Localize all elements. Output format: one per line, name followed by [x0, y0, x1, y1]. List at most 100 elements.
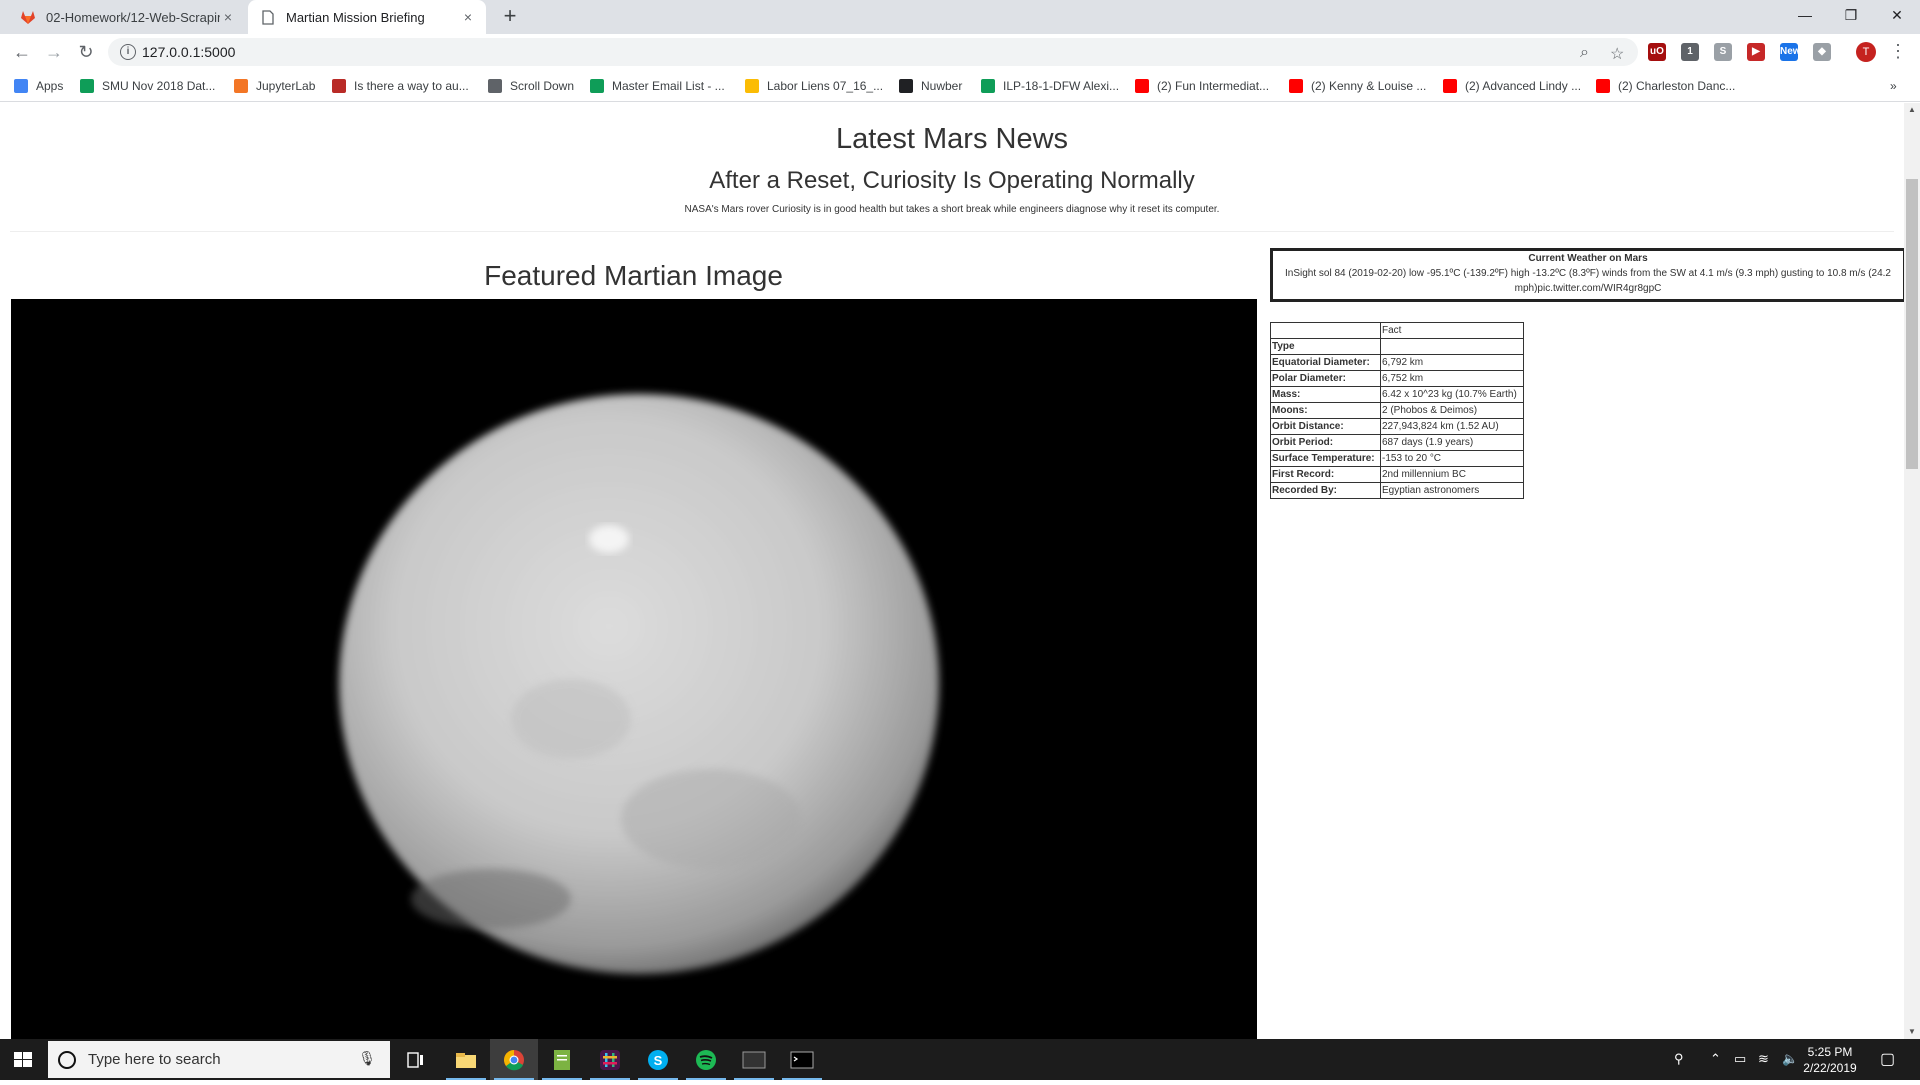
- fact-label: Recorded By:: [1270, 482, 1381, 499]
- fact-value: 6.42 x 10^23 kg (10.7% Earth): [1380, 386, 1524, 403]
- new-tab-button[interactable]: +: [498, 5, 522, 29]
- featured-image: [11, 299, 1257, 1039]
- bookmark-star-icon[interactable]: ☆: [1610, 44, 1624, 64]
- scroll-thumb[interactable]: [1906, 179, 1918, 469]
- file-explorer-icon[interactable]: [442, 1039, 490, 1080]
- extension-icon[interactable]: 1: [1681, 43, 1699, 61]
- chrome-icon[interactable]: [490, 1039, 538, 1080]
- profile-avatar[interactable]: T: [1856, 42, 1876, 62]
- task-view-icon[interactable]: [392, 1039, 440, 1080]
- fact-value: Egyptian astronomers: [1380, 482, 1524, 499]
- slack-icon[interactable]: [586, 1039, 634, 1080]
- site-info-icon[interactable]: i: [120, 44, 136, 60]
- bookmark-label: (2) Advanced Lindy ...: [1465, 79, 1582, 93]
- bookmark-item[interactable]: Is there a way to au...: [332, 77, 469, 95]
- fact-label: Type: [1270, 338, 1381, 355]
- search-placeholder: Type here to search: [88, 1051, 221, 1068]
- bookmark-item[interactable]: SMU Nov 2018 Dat...: [80, 77, 215, 95]
- command-prompt-icon[interactable]: [778, 1039, 826, 1080]
- facts-header-fact: Fact: [1380, 322, 1524, 339]
- bookmark-icon: [1135, 79, 1149, 93]
- bookmark-item[interactable]: Scroll Down: [488, 77, 574, 95]
- bookmarks-bar: Apps SMU Nov 2018 Dat... JupyterLab Is ther…: [0, 70, 1920, 102]
- bookmark-icon: [234, 79, 248, 93]
- bookmark-item[interactable]: (2) Charleston Danc...: [1596, 77, 1735, 95]
- scroll-down-icon[interactable]: ▼: [1904, 1025, 1920, 1039]
- wifi-icon[interactable]: ≋: [1758, 1051, 1769, 1067]
- extension-icon[interactable]: S: [1714, 43, 1732, 61]
- fact-value: 6,792 km: [1380, 354, 1524, 371]
- back-button[interactable]: ←: [10, 40, 34, 64]
- terminal-icon[interactable]: [730, 1039, 778, 1080]
- extension-icon[interactable]: ▶: [1747, 43, 1765, 61]
- bookmark-label: Apps: [36, 79, 64, 93]
- forward-button[interactable]: →: [42, 40, 66, 64]
- windows-start-button[interactable]: [0, 1039, 46, 1080]
- bookmark-item[interactable]: JupyterLab: [234, 77, 315, 95]
- tab-close-icon[interactable]: ×: [460, 9, 476, 25]
- bookmark-item[interactable]: Master Email List - ...: [590, 77, 725, 95]
- facts-row: Recorded By: Egyptian astronomers: [1270, 482, 1524, 499]
- fact-label: Moons:: [1270, 402, 1381, 419]
- close-window-button[interactable]: ✕: [1874, 0, 1920, 30]
- bookmark-label: SMU Nov 2018 Dat...: [102, 79, 216, 93]
- reload-button[interactable]: ↻: [74, 40, 98, 64]
- news-teaser: NASA's Mars rover Curiosity is in good h…: [684, 204, 1220, 215]
- fact-value: 6,752 km: [1380, 370, 1524, 387]
- bookmark-item[interactable]: (2) Advanced Lindy ...: [1443, 77, 1581, 95]
- taskbar-search-input[interactable]: Type here to search 🎙: [48, 1041, 390, 1078]
- bookmark-item[interactable]: Labor Liens 07_16_...: [745, 77, 883, 95]
- fact-label: Polar Diameter:: [1270, 370, 1381, 387]
- page-content: Latest Mars News After a Reset, Curiosit…: [0, 103, 1904, 1039]
- people-icon[interactable]: ⚲: [1674, 1051, 1684, 1067]
- extension-icon[interactable]: New: [1780, 43, 1801, 61]
- menu-icon[interactable]: ⋮: [1888, 41, 1908, 62]
- microphone-icon[interactable]: 🎙: [358, 1050, 376, 1067]
- fact-value: 687 days (1.9 years): [1380, 434, 1524, 451]
- bright-spot: [589, 525, 629, 553]
- spotify-icon[interactable]: [682, 1039, 730, 1080]
- zoom-icon[interactable]: ⌕: [1580, 44, 1589, 62]
- ublock-extension-icon[interactable]: uO: [1648, 43, 1666, 61]
- url-text[interactable]: 127.0.0.1:5000: [142, 44, 235, 60]
- bookmark-label: Is there a way to au...: [354, 79, 469, 93]
- bookmark-icon: [80, 79, 94, 93]
- taskbar-clock[interactable]: 5:25 PM 2/22/2019: [1792, 1044, 1868, 1076]
- notepad-icon[interactable]: [538, 1039, 586, 1080]
- bookmark-label: Nuwber: [921, 79, 963, 93]
- page-scrollbar[interactable]: ▲ ▼: [1904, 103, 1920, 1039]
- fact-value: 2nd millennium BC: [1380, 466, 1524, 483]
- bookmarks-more-icon[interactable]: »: [1890, 77, 1897, 95]
- minimize-button[interactable]: —: [1782, 0, 1828, 30]
- fact-value: -153 to 20 °C: [1380, 450, 1524, 467]
- scroll-up-icon[interactable]: ▲: [1904, 103, 1920, 117]
- facts-row: Mass: 6.42 x 10^23 kg (10.7% Earth): [1270, 386, 1524, 403]
- fact-value: 2 (Phobos & Deimos): [1380, 402, 1524, 419]
- skype-icon[interactable]: S: [634, 1039, 682, 1080]
- tab-martian-mission-briefing[interactable]: Martian Mission Briefing ×: [248, 0, 486, 34]
- address-bar[interactable]: i 127.0.0.1:5000 ⌕ ☆: [108, 38, 1638, 66]
- facts-row: Orbit Distance: 227,943,824 km (1.52 AU): [1270, 418, 1524, 435]
- notifications-icon[interactable]: ▢: [1880, 1049, 1895, 1069]
- extension-icon[interactable]: ◆: [1813, 43, 1831, 61]
- search-icon: [58, 1051, 76, 1069]
- weather-text: InSight sol 84 (2019-02-20) low -95.1ºC …: [1285, 268, 1891, 294]
- tab-web-scraping[interactable]: 02-Homework/12-Web-Scraping ×: [8, 0, 246, 34]
- fact-label: Equatorial Diameter:: [1270, 354, 1381, 371]
- tab-close-icon[interactable]: ×: [220, 9, 236, 25]
- battery-icon[interactable]: ▭: [1734, 1051, 1746, 1067]
- bookmark-icon: [332, 79, 346, 93]
- bookmark-item[interactable]: Nuwber: [899, 77, 962, 95]
- tray-chevron-up-icon[interactable]: ⌃: [1710, 1051, 1721, 1067]
- browser-toolbar: ← → ↻ i 127.0.0.1:5000 ⌕ ☆ uO 1 S ▶ New …: [0, 34, 1920, 70]
- fact-label: Orbit Period:: [1270, 434, 1381, 451]
- bookmark-label: Scroll Down: [510, 79, 575, 93]
- bookmark-item[interactable]: ILP-18-1-DFW Alexi...: [981, 77, 1119, 95]
- tab-strip: 02-Homework/12-Web-Scraping × Martian Mi…: [0, 0, 1920, 34]
- restore-button[interactable]: ❐: [1828, 0, 1874, 30]
- bookmark-item[interactable]: Apps: [14, 77, 63, 95]
- facts-header-row: Fact: [1270, 322, 1524, 339]
- facts-row: Equatorial Diameter: 6,792 km: [1270, 354, 1524, 371]
- bookmark-item[interactable]: (2) Fun Intermediat...: [1135, 77, 1269, 95]
- bookmark-item[interactable]: (2) Kenny & Louise ...: [1289, 77, 1426, 95]
